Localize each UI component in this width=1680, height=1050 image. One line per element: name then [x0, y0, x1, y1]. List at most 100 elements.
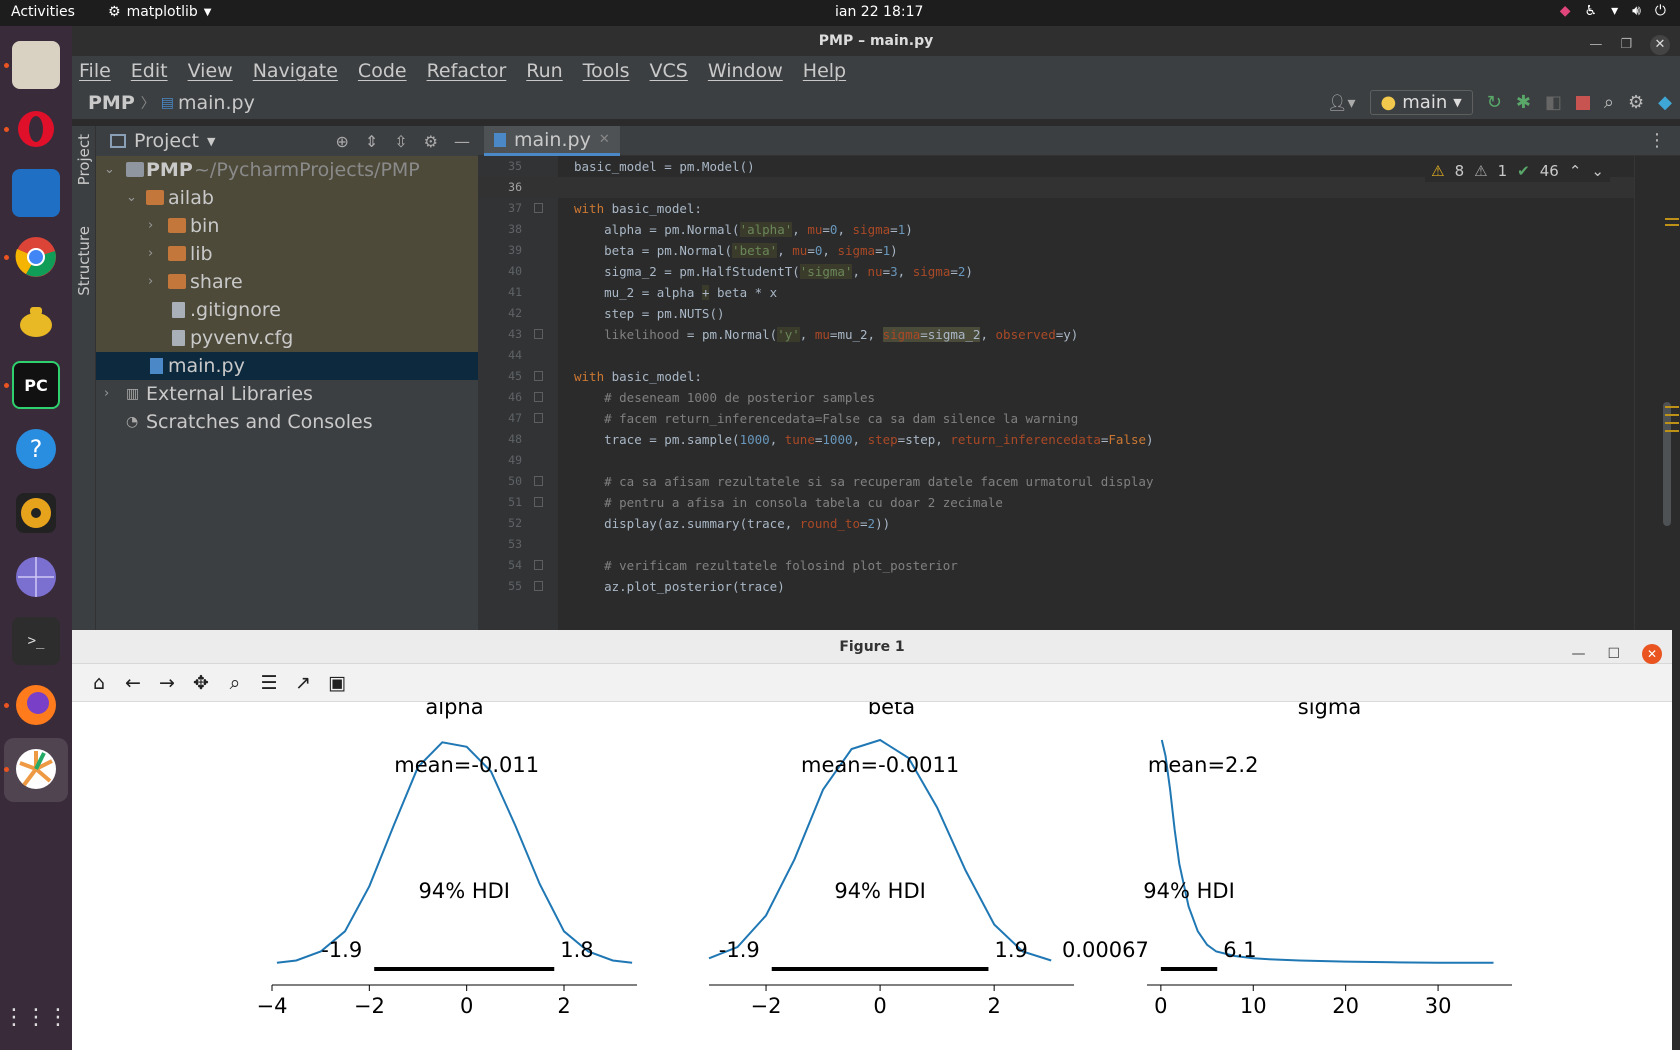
chevron-up-icon[interactable]: ⌃ — [1569, 162, 1582, 180]
code-area[interactable]: 35 basic_model = pm.Model() 36 37 with bas… — [478, 156, 1680, 630]
back-icon[interactable]: ← — [122, 672, 144, 694]
chevron-down-icon[interactable]: ⌄ — [104, 156, 115, 184]
volume-icon[interactable]: 🔊︎ — [1632, 3, 1641, 19]
collapse-all-icon[interactable]: ⇳ — [394, 132, 407, 151]
web-browser-icon[interactable] — [12, 553, 60, 601]
code-line[interactable]: 39 beta = pm.Normal('beta', mu=0, sigma=… — [478, 240, 1680, 261]
code-line[interactable]: 49 — [478, 450, 1680, 471]
matplotlib-figure-icon[interactable] — [12, 745, 60, 793]
opera-icon[interactable] — [12, 105, 60, 153]
terminal-icon[interactable]: >_ — [12, 617, 60, 665]
edit-axes-icon[interactable]: ↗ — [292, 672, 314, 694]
configure-subplots-icon[interactable]: ☰ — [258, 672, 280, 694]
code-line[interactable]: 44 — [478, 345, 1680, 366]
show-apps-icon[interactable]: ⋮⋮⋮ — [3, 993, 69, 1041]
fold-icon[interactable] — [534, 203, 543, 213]
tab-main-py[interactable]: main.py ✕ — [484, 126, 620, 156]
close-icon[interactable]: ✕ — [599, 132, 610, 147]
code-line[interactable]: 45 with basic_model: — [478, 366, 1680, 387]
chevron-right-icon[interactable]: › — [148, 240, 153, 268]
chevron-down-icon[interactable]: ⌄ — [1591, 162, 1604, 180]
menu-tools[interactable]: Tools — [583, 60, 630, 82]
warning-marker[interactable] — [1665, 224, 1679, 226]
save-icon[interactable]: ▣ — [326, 672, 348, 694]
teapot-icon[interactable] — [12, 297, 60, 345]
help-icon[interactable]: ? — [12, 425, 60, 473]
tree-item-lib[interactable]: › lib — [96, 240, 478, 268]
more-options-icon[interactable]: ⋮ — [1648, 130, 1666, 151]
locate-icon[interactable]: ⊕ — [335, 132, 348, 151]
warning-marker[interactable] — [1665, 218, 1679, 220]
code-line[interactable]: 51 # pentru a afisa in consola tabela cu… — [478, 492, 1680, 513]
chevron-down-icon[interactable]: ▼ — [207, 135, 215, 148]
accessibility-icon[interactable]: ♿︎ — [1585, 3, 1598, 19]
code-line[interactable]: 52 display(az.summary(trace, round_to=2)… — [478, 513, 1680, 534]
editor-scrollbar[interactable] — [1634, 156, 1680, 630]
tree-item-pmp[interactable]: ⌄ PMP ~/PycharmProjects/PMP — [96, 156, 478, 184]
forward-icon[interactable]: → — [156, 672, 178, 694]
fold-icon[interactable] — [534, 581, 543, 591]
search-icon[interactable]: ⌕ — [1604, 92, 1614, 113]
chrome-icon[interactable] — [12, 233, 60, 281]
app-menu[interactable]: ⚙ matplotlib ▼ — [108, 4, 211, 20]
expand-all-icon[interactable]: ⇕ — [365, 132, 378, 151]
menu-run[interactable]: Run — [526, 60, 562, 82]
menu-navigate[interactable]: Navigate — [253, 60, 338, 82]
wifi-icon[interactable]: ▾ — [1611, 3, 1618, 19]
fold-icon[interactable] — [534, 413, 543, 423]
user-icon[interactable]: 👤︎▾ — [1327, 93, 1355, 112]
code-line[interactable]: 37 with basic_model: — [478, 198, 1680, 219]
document-viewer-icon[interactable] — [12, 169, 60, 217]
close-icon[interactable]: ✕ — [1642, 644, 1662, 664]
tree-item-external-libraries[interactable]: › ▥ External Libraries — [96, 380, 478, 408]
fold-icon[interactable] — [534, 371, 543, 381]
chevron-down-icon[interactable]: ⌄ — [126, 184, 137, 212]
menu-vcs[interactable]: VCS — [650, 60, 688, 82]
rerun-icon[interactable]: ↻ — [1487, 92, 1502, 113]
menu-view[interactable]: View — [188, 60, 233, 82]
tree-item-pyvenv[interactable]: pyvenv.cfg — [96, 324, 478, 352]
menu-window[interactable]: Window — [708, 60, 783, 82]
clock[interactable]: ian 22 18:17 — [835, 4, 923, 20]
chevron-right-icon[interactable]: › — [104, 380, 109, 408]
debug-icon[interactable]: ✱ — [1516, 92, 1531, 113]
pan-icon[interactable]: ✥ — [190, 672, 212, 694]
tab-structure[interactable]: Structure — [75, 226, 93, 296]
menu-edit[interactable]: Edit — [131, 60, 168, 82]
fold-icon[interactable] — [534, 560, 543, 570]
coverage-icon[interactable]: ◧ — [1545, 92, 1562, 113]
minimize-icon[interactable]: — — [1589, 30, 1602, 60]
stop-icon[interactable] — [1575, 95, 1590, 110]
settings-icon[interactable]: ⚙ — [1628, 92, 1644, 113]
fold-icon[interactable] — [534, 329, 543, 339]
code-line[interactable]: 53 — [478, 534, 1680, 555]
menu-help[interactable]: Help — [803, 60, 846, 82]
warning-marker[interactable] — [1665, 406, 1679, 408]
menu-code[interactable]: Code — [358, 60, 407, 82]
code-line[interactable]: 40 sigma_2 = pm.HalfStudentT('sigma', nu… — [478, 261, 1680, 282]
tree-item-main[interactable]: main.py — [96, 352, 478, 380]
menu-refactor[interactable]: Refactor — [427, 60, 507, 82]
warning-marker[interactable] — [1665, 430, 1679, 432]
warning-marker[interactable] — [1665, 422, 1679, 424]
files-icon[interactable] — [12, 41, 60, 89]
power-icon[interactable]: ⏻ — [1655, 3, 1666, 19]
tree-item-scratches[interactable]: ◔ Scratches and Consoles — [96, 408, 478, 436]
close-icon[interactable]: ✕ — [1650, 35, 1670, 55]
maximize-icon[interactable]: ☐ — [1607, 637, 1620, 671]
activities-button[interactable]: Activities — [11, 4, 75, 20]
home-icon[interactable]: ⌂ — [88, 672, 110, 694]
minimize-icon[interactable]: — — [1571, 637, 1585, 671]
pycharm-icon[interactable]: PC — [12, 361, 60, 409]
tree-item-gitignore[interactable]: .gitignore — [96, 296, 478, 324]
firefox-icon[interactable] — [12, 681, 60, 729]
code-line[interactable]: 47 # facem return_inferencedata=False ca… — [478, 408, 1680, 429]
code-line[interactable]: 41 mu_2 = alpha + beta * x — [478, 282, 1680, 303]
maximize-icon[interactable]: ❐ — [1620, 30, 1632, 60]
fold-icon[interactable] — [534, 476, 543, 486]
code-line[interactable]: 38 alpha = pm.Normal('alpha', mu=0, sigm… — [478, 219, 1680, 240]
system-tray[interactable]: ◆ ♿︎ ▾ 🔊︎ ⏻ — [1560, 3, 1666, 19]
menu-file[interactable]: File — [79, 60, 111, 82]
breadcrumb-file[interactable]: main.py — [178, 92, 255, 114]
tree-item-bin[interactable]: › bin — [96, 212, 478, 240]
